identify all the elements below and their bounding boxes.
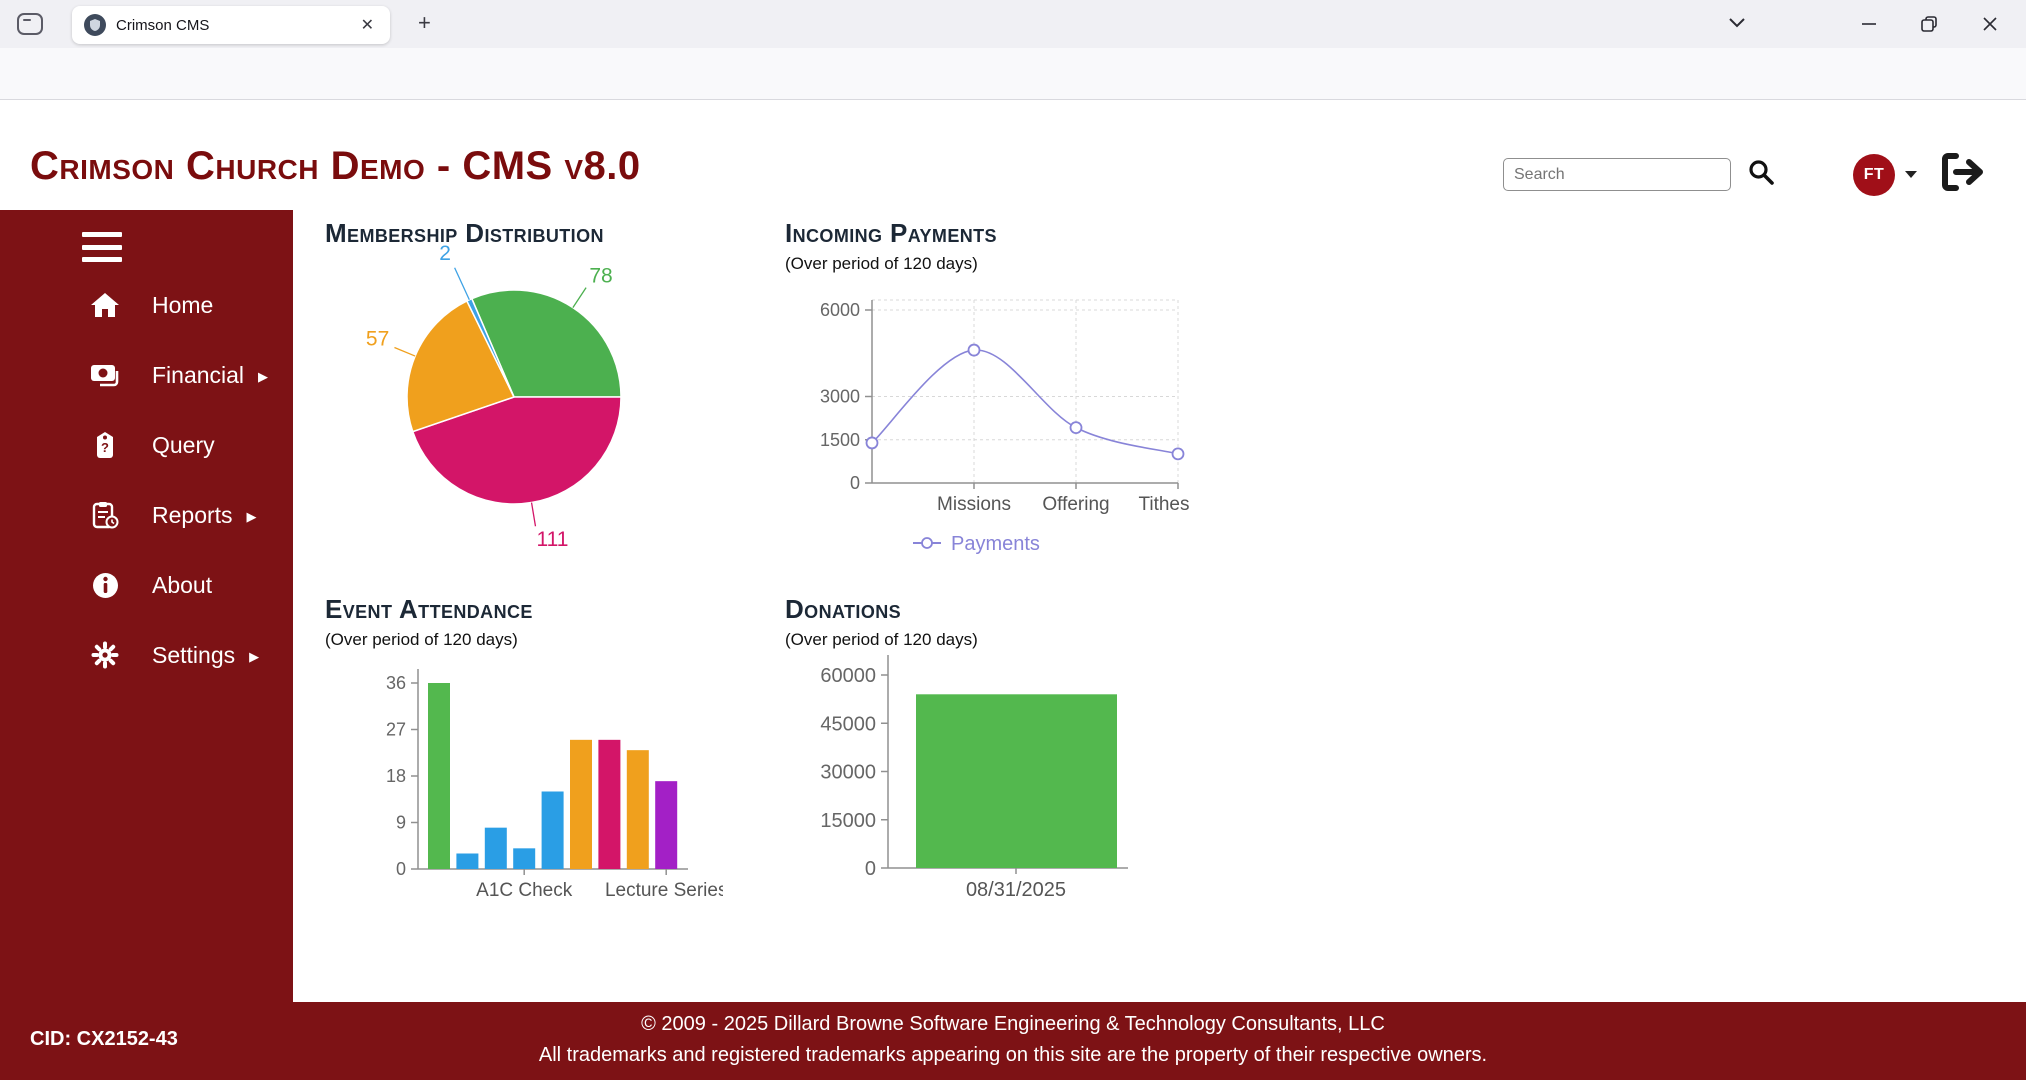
avatar-caret-icon[interactable] (1904, 166, 1918, 184)
tab-title: Crimson CMS (116, 17, 357, 34)
sidebar-item-query[interactable]: ? Query (0, 410, 293, 480)
browser-toolbar: www.dibroapps.com/crimson/product/home 9… (0, 48, 2026, 100)
about-icon (88, 572, 122, 599)
attendance-chart-title: Event Attendance (325, 594, 533, 625)
svg-text:Offering: Offering (1042, 494, 1109, 515)
page-title: Crimson Church Demo - CMS v8.0 (30, 144, 641, 189)
svg-text:1500: 1500 (820, 430, 860, 450)
browser-window: Crimson CMS ✕ + (0, 0, 2026, 1080)
svg-text:27: 27 (386, 720, 406, 740)
svg-text:Payments: Payments (951, 533, 1040, 555)
submenu-arrow-icon: ▶ (258, 369, 268, 385)
svg-text:Tithes: Tithes (1138, 494, 1189, 515)
query-icon: ? (88, 431, 122, 459)
settings-gear-icon (88, 641, 122, 669)
home-icon (88, 292, 122, 318)
browser-tab[interactable]: Crimson CMS ✕ (72, 6, 390, 44)
new-tab-button[interactable]: + (418, 12, 431, 34)
avatar[interactable]: FT (1853, 154, 1895, 196)
copyright-text: © 2009 - 2025 Dillard Browne Software En… (0, 1013, 2026, 1036)
donations-chart-title: Donations (785, 594, 901, 625)
svg-text:30000: 30000 (820, 762, 876, 784)
svg-text:78: 78 (589, 265, 612, 288)
tab-close-icon[interactable]: ✕ (357, 13, 378, 37)
attendance-bar-chart: 0 9 18 27 36 A1C Check Lecture Series (343, 650, 723, 915)
svg-text:36: 36 (386, 673, 406, 693)
donations-chart-subtitle: (Over period of 120 days) (785, 630, 978, 650)
svg-text:?: ? (101, 440, 109, 455)
svg-text:3000: 3000 (820, 387, 860, 407)
svg-text:6000: 6000 (820, 300, 860, 320)
membership-pie-chart: 78 111 57 2 (345, 244, 715, 554)
search-icon[interactable] (1747, 158, 1775, 191)
list-all-tabs-icon[interactable] (1728, 16, 1746, 34)
svg-text:0: 0 (396, 859, 406, 879)
logout-icon[interactable] (1940, 152, 1986, 197)
svg-text:18: 18 (386, 766, 406, 786)
browser-titlebar: Crimson CMS ✕ + (0, 0, 2026, 48)
payments-chart-subtitle: (Over period of 120 days) (785, 254, 978, 274)
payments-chart-title: Incoming Payments (785, 218, 997, 249)
attendance-chart-subtitle: (Over period of 120 days) (325, 630, 518, 650)
svg-text:0: 0 (850, 473, 860, 493)
svg-text:15000: 15000 (820, 810, 876, 832)
reports-icon (88, 501, 122, 529)
search-input[interactable] (1503, 158, 1731, 191)
sidebar-item-reports[interactable]: Reports ▶ (0, 480, 293, 550)
page-header: Crimson Church Demo - CMS v8.0 FT (0, 100, 2026, 210)
svg-text:57: 57 (366, 327, 389, 350)
svg-text:111: 111 (536, 528, 568, 551)
window-close-button[interactable] (1982, 16, 1998, 32)
svg-text:9: 9 (396, 813, 406, 833)
sidebar-item-financial[interactable]: Financial ▶ (0, 340, 293, 410)
sidebar-item-settings[interactable]: Settings ▶ (0, 620, 293, 690)
svg-text:2: 2 (439, 244, 451, 265)
page-footer: CID: CX2152-43 © 2009 - 2025 Dillard Bro… (0, 1002, 2026, 1080)
window-minimize-button[interactable] (1861, 16, 1877, 32)
sidebar-item-about[interactable]: About (0, 550, 293, 620)
tab-favicon-icon (84, 14, 106, 36)
sidebar-hamburger-icon[interactable] (82, 232, 122, 262)
svg-text:60000: 60000 (820, 665, 876, 687)
svg-text:A1C Check: A1C Check (476, 880, 573, 901)
svg-text:Lecture Series: Lecture Series (605, 880, 723, 901)
window-restore-button[interactable] (1921, 16, 1938, 33)
svg-text:Missions: Missions (937, 494, 1011, 515)
dashboard-content: Membership Distribution 78111572 Incomin… (293, 210, 2026, 1002)
donations-bar-chart: 0 15000 30000 45000 60000 08/31/2025 (763, 650, 1183, 915)
svg-text:0: 0 (865, 858, 876, 880)
svg-text:08/31/2025: 08/31/2025 (966, 879, 1066, 901)
svg-text:45000: 45000 (820, 713, 876, 735)
sidebar-item-home[interactable]: Home (0, 270, 293, 340)
sidebar: Home Financial ▶ ? Query Reports ▶ About (0, 210, 293, 1002)
trademark-text: All trademarks and registered trademarks… (0, 1044, 2026, 1067)
submenu-arrow-icon: ▶ (247, 509, 257, 525)
payments-line-chart: 0 1500 3000 6000 Missions Offering Tithes Payme… (763, 280, 1208, 580)
submenu-arrow-icon: ▶ (249, 649, 259, 665)
firefox-view-icon[interactable] (16, 11, 46, 37)
financial-icon (88, 362, 122, 388)
